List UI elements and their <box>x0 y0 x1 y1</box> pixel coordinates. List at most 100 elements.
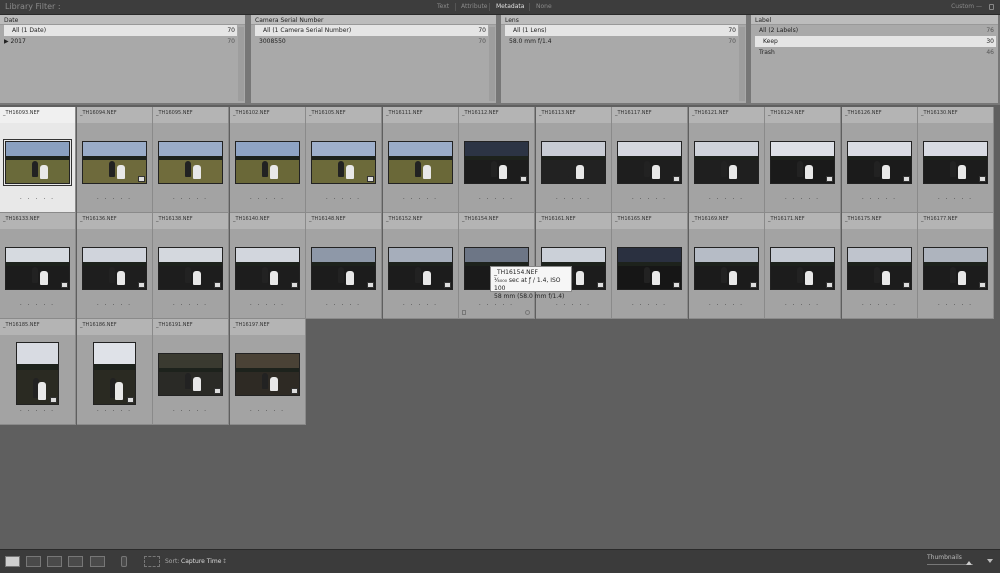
star-rating[interactable]: · · · · · <box>77 408 152 415</box>
column-scrollbar[interactable] <box>238 27 244 101</box>
photo-thumbnail[interactable] <box>82 247 147 290</box>
photo-thumbnail[interactable] <box>388 247 453 290</box>
photo-cell[interactable]: _TH16093.NEF · · · · · <box>0 107 76 213</box>
star-rating[interactable]: · · · · · <box>306 302 381 309</box>
photo-cell[interactable]: _TH16185.NEF · · · · · <box>0 319 76 425</box>
star-rating[interactable]: · · · · · <box>230 302 305 309</box>
star-rating[interactable]: · · · · · <box>459 302 534 309</box>
photo-thumbnail[interactable] <box>388 141 453 184</box>
photo-thumbnail[interactable] <box>5 247 70 290</box>
star-rating[interactable]: · · · · · <box>765 302 840 309</box>
column-header[interactable]: Label <box>751 15 998 25</box>
photo-thumbnail[interactable] <box>770 141 835 184</box>
photo-thumbnail[interactable] <box>235 141 300 184</box>
star-rating[interactable]: · · · · · <box>153 408 228 415</box>
photo-thumbnail[interactable] <box>235 247 300 290</box>
photo-cell[interactable]: _TH16197.NEF · · · · · <box>230 319 306 425</box>
star-rating[interactable]: · · · · · <box>77 302 152 309</box>
survey-view-icon[interactable] <box>68 556 83 567</box>
grid-view-icon[interactable] <box>5 556 20 567</box>
compare-view-icon[interactable] <box>47 556 62 567</box>
photo-thumbnail[interactable] <box>541 141 606 184</box>
rotate-icon[interactable] <box>525 310 530 315</box>
column-row[interactable]: All (1 Lens) 70 <box>505 25 738 36</box>
sort-direction-icon[interactable] <box>144 556 160 567</box>
star-rating[interactable]: · · · · · <box>0 408 75 415</box>
photo-thumbnail[interactable] <box>235 353 300 396</box>
filter-preset-dropdown[interactable]: Custom — <box>951 3 982 10</box>
photo-thumbnail[interactable] <box>93 342 136 405</box>
photo-cell[interactable]: _TH16186.NEF · · · · · <box>77 319 153 425</box>
photo-thumbnail[interactable] <box>694 247 759 290</box>
star-rating[interactable]: · · · · · <box>230 196 305 203</box>
photo-cell[interactable]: _TH16094.NEF · · · · · <box>77 107 153 213</box>
column-row[interactable]: 3008550 70 <box>251 36 496 47</box>
star-rating[interactable]: · · · · · <box>612 302 687 309</box>
photo-thumbnail[interactable] <box>617 141 682 184</box>
filter-tab-metadata[interactable]: Metadata <box>496 3 524 10</box>
photo-cell[interactable]: _TH16140.NEF · · · · · <box>230 213 306 319</box>
slider-knob[interactable] <box>966 561 972 565</box>
photo-thumbnail[interactable] <box>311 247 376 290</box>
photo-cell[interactable]: _TH16136.NEF · · · · · <box>77 213 153 319</box>
star-rating[interactable]: · · · · · <box>536 196 611 203</box>
star-rating[interactable]: · · · · · <box>0 196 75 203</box>
photo-cell[interactable]: _TH16105.NEF · · · · · <box>306 107 382 213</box>
sort-caret-icon[interactable]: ↕ <box>222 558 227 565</box>
column-scrollbar[interactable] <box>739 27 745 101</box>
photo-cell[interactable]: _TH16191.NEF · · · · · <box>153 319 229 425</box>
photo-cell[interactable]: _TH16152.NEF · · · · · <box>383 213 459 319</box>
column-header[interactable]: Camera Serial Number <box>251 15 496 25</box>
photo-thumbnail[interactable] <box>847 247 912 290</box>
photo-thumbnail[interactable] <box>16 342 59 405</box>
photo-cell[interactable]: _TH16112.NEF · · · · · <box>459 107 535 213</box>
photo-thumbnail[interactable] <box>158 247 223 290</box>
photo-cell[interactable]: _TH16133.NEF · · · · · <box>0 213 76 319</box>
star-rating[interactable]: · · · · · <box>77 196 152 203</box>
photo-thumbnail[interactable] <box>3 139 72 186</box>
star-rating[interactable]: · · · · · <box>612 196 687 203</box>
photo-cell[interactable]: _TH16121.NEF · · · · · <box>689 107 765 213</box>
sort-dropdown[interactable]: Capture Time <box>181 558 221 565</box>
star-rating[interactable]: · · · · · <box>153 302 228 309</box>
photo-cell[interactable]: _TH16111.NEF · · · · · <box>383 107 459 213</box>
photo-thumbnail[interactable] <box>158 141 223 184</box>
toolbar-menu-icon[interactable] <box>987 559 993 563</box>
photo-cell[interactable]: _TH16171.NEF · · · · · <box>765 213 841 319</box>
photo-thumbnail[interactable] <box>82 141 147 184</box>
star-rating[interactable]: · · · · · <box>306 196 381 203</box>
star-rating[interactable]: · · · · · <box>842 196 917 203</box>
star-rating[interactable]: · · · · · <box>689 196 764 203</box>
photo-cell[interactable]: _TH16165.NEF · · · · · <box>612 213 688 319</box>
photo-cell[interactable]: _TH16175.NEF · · · · · <box>842 213 918 319</box>
lock-icon[interactable] <box>989 4 994 10</box>
people-view-icon[interactable] <box>90 556 105 567</box>
photo-thumbnail[interactable] <box>464 141 529 184</box>
photo-thumbnail[interactable] <box>923 247 988 290</box>
column-row[interactable]: Trash 46 <box>751 47 998 58</box>
star-rating[interactable]: · · · · · <box>383 302 458 309</box>
star-rating[interactable]: · · · · · <box>0 302 75 309</box>
column-row[interactable]: ▶ 2017 70 <box>0 36 245 47</box>
photo-thumbnail[interactable] <box>158 353 223 396</box>
photo-cell[interactable]: _TH16130.NEF · · · · · <box>918 107 994 213</box>
photo-cell[interactable]: _TH16117.NEF · · · · · <box>612 107 688 213</box>
flag-icon[interactable] <box>462 310 466 315</box>
photo-cell[interactable]: _TH16169.NEF · · · · · <box>689 213 765 319</box>
filter-tab-text[interactable]: Text <box>437 3 449 10</box>
photo-thumbnail[interactable] <box>311 141 376 184</box>
photo-cell[interactable]: _TH16126.NEF · · · · · <box>842 107 918 213</box>
star-rating[interactable]: · · · · · <box>153 196 228 203</box>
photo-thumbnail[interactable] <box>847 141 912 184</box>
photo-thumbnail[interactable] <box>617 247 682 290</box>
star-rating[interactable]: · · · · · <box>383 196 458 203</box>
photo-thumbnail[interactable] <box>694 141 759 184</box>
photo-cell[interactable]: _TH16095.NEF · · · · · <box>153 107 229 213</box>
column-row[interactable]: Keep 30 <box>755 36 996 47</box>
painter-icon[interactable] <box>121 556 127 567</box>
filter-tab-attribute[interactable]: Attribute <box>461 3 488 10</box>
star-rating[interactable]: · · · · · <box>230 408 305 415</box>
photo-thumbnail[interactable] <box>923 141 988 184</box>
column-row[interactable]: All (1 Date) 70 <box>4 25 237 36</box>
star-rating[interactable]: · · · · · <box>689 302 764 309</box>
